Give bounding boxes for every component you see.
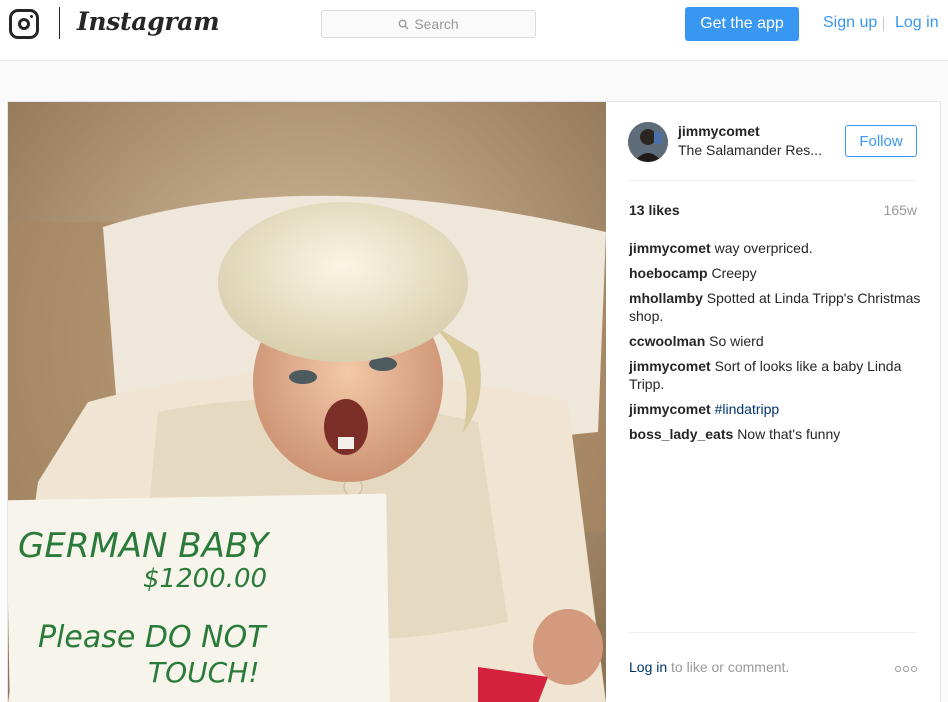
comment-text: So wierd [709, 333, 764, 349]
comment-item: jimmycomet way overpriced. [629, 239, 921, 257]
comment-username[interactable]: jimmycomet [629, 240, 711, 256]
instagram-wordmark[interactable]: Instagram [77, 4, 220, 40]
log-in-link[interactable]: Log in [895, 14, 939, 32]
login-prompt-text: to like or comment. [667, 659, 790, 675]
post-card: GERMAN BABY $1200.00 Please DO NOT TOUCH… [7, 101, 941, 702]
comment-username[interactable]: boss_lady_eats [629, 426, 733, 442]
more-options-icon[interactable] [893, 659, 917, 675]
comment-username[interactable]: jimmycomet [629, 401, 711, 417]
login-prompt: Log in to like or comment. [629, 659, 789, 675]
top-navigation: Instagram Search Get the app Sign up Log… [0, 0, 948, 61]
comment-text: way overpriced. [714, 240, 813, 256]
get-the-app-button[interactable]: Get the app [685, 7, 799, 41]
footer-log-in-link[interactable]: Log in [629, 659, 667, 675]
likes-count[interactable]: 13 likes [629, 202, 680, 218]
hashtag-link[interactable]: #lindatripp [715, 401, 780, 417]
camera-lens-shape [18, 18, 30, 30]
sign-line-1: GERMAN BABY [18, 526, 271, 566]
post-age[interactable]: 165w [884, 202, 917, 218]
search-icon [398, 19, 409, 30]
comment-item: boss_lady_eats Now that's funny [629, 425, 921, 443]
comment-item: ccwoolman So wierd [629, 332, 921, 350]
search-input[interactable]: Search [321, 10, 536, 38]
post-location[interactable]: The Salamander Res... [678, 142, 828, 158]
search-placeholder: Search [414, 16, 459, 32]
comment-item: jimmycomet Sort of looks like a baby Lin… [629, 357, 921, 393]
comment-username[interactable]: jimmycomet [629, 358, 711, 374]
comment-item: hoebocamp Creepy [629, 264, 921, 282]
author-avatar[interactable] [628, 122, 668, 162]
comment-username[interactable]: ccwoolman [629, 333, 705, 349]
camera-dot-shape [30, 15, 33, 18]
sign-line-2: $1200.00 [143, 564, 267, 594]
comments-list: jimmycomet way overpriced. hoebocamp Cre… [629, 239, 921, 450]
comment-username[interactable]: mhollamby [629, 290, 703, 306]
author-username[interactable]: jimmycomet [678, 123, 760, 139]
comment-text: Now that's funny [737, 426, 841, 442]
sign-line-4: TOUCH! [148, 656, 259, 689]
comment-username[interactable]: hoebocamp [629, 265, 708, 281]
comment-item: mhollamby Spotted at Linda Tripp's Chris… [629, 289, 921, 325]
footer-divider [628, 632, 917, 633]
comment-item: jimmycomet #lindatripp [629, 400, 921, 418]
post-sidebar: jimmycomet The Salamander Res... Follow … [607, 102, 941, 702]
nav-separator [883, 17, 884, 31]
post-photo[interactable]: GERMAN BABY $1200.00 Please DO NOT TOUCH… [8, 102, 606, 702]
sign-line-3: Please DO NOT [38, 620, 268, 655]
baby-doll-photo: GERMAN BABY $1200.00 Please DO NOT TOUCH… [8, 102, 606, 702]
follow-button[interactable]: Follow [845, 125, 917, 157]
header-divider [628, 180, 917, 181]
logo-divider [59, 7, 60, 39]
comment-text: Creepy [711, 265, 757, 281]
instagram-glyph-icon[interactable] [9, 9, 39, 39]
sign-up-link[interactable]: Sign up [823, 14, 877, 32]
